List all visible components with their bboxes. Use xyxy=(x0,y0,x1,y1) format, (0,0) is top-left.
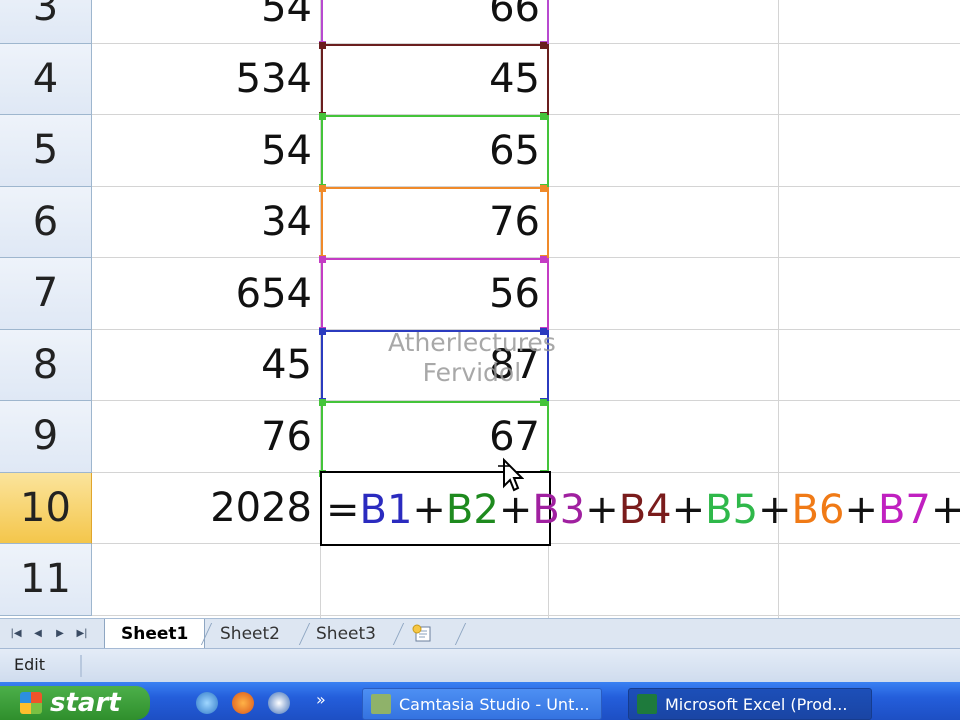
start-label: start xyxy=(50,688,121,718)
formula-token: B2 xyxy=(445,487,499,533)
reference-handle[interactable] xyxy=(540,41,547,49)
row-header-11[interactable]: 11 xyxy=(0,544,92,616)
internet-explorer-icon[interactable] xyxy=(196,692,218,714)
row-header-6[interactable]: 6 xyxy=(0,186,92,258)
reference-box xyxy=(319,113,549,191)
formula-token: B5 xyxy=(705,487,759,533)
watermark: Atherlectures Fervidol xyxy=(388,328,556,388)
spreadsheet-grid[interactable]: 3 54 66 4 534 45 5 54 65 6 34 76 7 654 56 8 45 87 9 76 67 10 2… xyxy=(0,0,960,618)
excel-icon xyxy=(637,694,657,714)
formula-token: + xyxy=(585,487,619,533)
cell-b11[interactable] xyxy=(322,544,548,616)
tab-sheet3[interactable]: Sheet3 xyxy=(300,619,392,648)
reference-box xyxy=(319,184,549,262)
row-header-5[interactable]: 5 xyxy=(0,115,92,187)
reference-box xyxy=(319,256,549,334)
watermark-line-2: Fervidol xyxy=(422,358,522,387)
reference-box xyxy=(319,0,549,48)
sheet-tab-bar: |◀ ◀ ▶ ▶| Sheet1 Sheet2 Sheet3 xyxy=(0,618,960,648)
tab-sheet2[interactable]: Sheet2 xyxy=(204,619,296,648)
cell-a6[interactable]: 34 xyxy=(92,187,320,259)
tab-sheet1[interactable]: Sheet1 xyxy=(104,619,206,648)
row-header-8[interactable]: 8 xyxy=(0,329,92,401)
formula-token: B6 xyxy=(791,487,845,533)
firefox-icon[interactable] xyxy=(232,692,254,714)
status-mode-label: Edit xyxy=(14,655,45,674)
tab-divider xyxy=(392,623,405,645)
taskbar-item-label: Microsoft Excel (Prod... xyxy=(665,694,848,714)
status-bar: Edit xyxy=(0,648,960,682)
reference-handle[interactable] xyxy=(319,41,326,49)
formula-token: + xyxy=(930,487,960,533)
row-header-9[interactable]: 9 xyxy=(0,401,92,473)
reference-handle[interactable] xyxy=(319,399,326,406)
formula-token: B4 xyxy=(618,487,672,533)
row-header-7[interactable]: 7 xyxy=(0,258,92,330)
taskbar-item-camtasia[interactable]: Camtasia Studio - Unt... xyxy=(362,688,602,720)
formula-token: B7 xyxy=(877,487,931,533)
last-sheet-icon[interactable]: ▶| xyxy=(74,625,90,641)
cell-a5[interactable]: 54 xyxy=(92,115,320,187)
quick-launch-more-icon[interactable]: » xyxy=(316,690,326,709)
reference-handle[interactable] xyxy=(540,113,547,120)
cell-a11[interactable] xyxy=(92,544,320,616)
formula-token: + xyxy=(412,487,446,533)
formula-token: + xyxy=(671,487,706,533)
formula-token: B3 xyxy=(532,487,586,533)
formula-token: + xyxy=(758,487,792,533)
reference-handle[interactable] xyxy=(540,399,547,406)
taskbar-item-label: Camtasia Studio - Unt... xyxy=(399,694,590,714)
status-divider xyxy=(80,655,82,677)
reference-handle[interactable] xyxy=(540,256,547,263)
cell-a10[interactable]: 2028 xyxy=(92,473,320,545)
watermark-line-1: Atherlectures xyxy=(388,328,556,357)
formula-token: = xyxy=(326,487,360,533)
reference-handle[interactable] xyxy=(319,256,326,263)
taskbar-item-excel[interactable]: Microsoft Excel (Prod... xyxy=(628,688,872,720)
insert-worksheet-icon[interactable] xyxy=(410,624,438,644)
windows-taskbar: start » Camtasia Studio - Unt... Microso… xyxy=(0,682,960,720)
first-sheet-icon[interactable]: |◀ xyxy=(8,625,24,641)
reference-handle[interactable] xyxy=(319,327,326,335)
row-header-3[interactable]: 3 xyxy=(0,0,92,44)
cell-a7[interactable]: 654 xyxy=(92,258,320,330)
reference-handle[interactable] xyxy=(319,113,326,120)
cell-a9[interactable]: 76 xyxy=(92,401,320,473)
cell-a8[interactable]: 45 xyxy=(92,330,320,402)
formula-token: + xyxy=(844,487,878,533)
windows-logo-icon xyxy=(20,692,42,714)
formula-token: B1 xyxy=(359,487,413,533)
download-icon[interactable] xyxy=(268,692,290,714)
reference-handle[interactable] xyxy=(540,184,547,192)
row-header-4[interactable]: 4 xyxy=(0,43,92,115)
reference-handle[interactable] xyxy=(319,184,326,192)
prev-sheet-icon[interactable]: ◀ xyxy=(30,625,46,641)
tab-divider xyxy=(454,623,467,645)
cell-a3[interactable]: 54 xyxy=(92,0,320,44)
mouse-cursor-icon xyxy=(498,457,524,492)
start-button[interactable]: start xyxy=(0,686,150,720)
formula-edit-text[interactable]: =B1+B2+B3+B4+B5+B6+B7+B8 xyxy=(326,476,960,544)
reference-box xyxy=(319,41,549,119)
camtasia-icon xyxy=(371,694,391,714)
next-sheet-icon[interactable]: ▶ xyxy=(52,625,68,641)
cell-a4[interactable]: 534 xyxy=(92,44,320,116)
row-header-10[interactable]: 10 xyxy=(0,472,92,544)
